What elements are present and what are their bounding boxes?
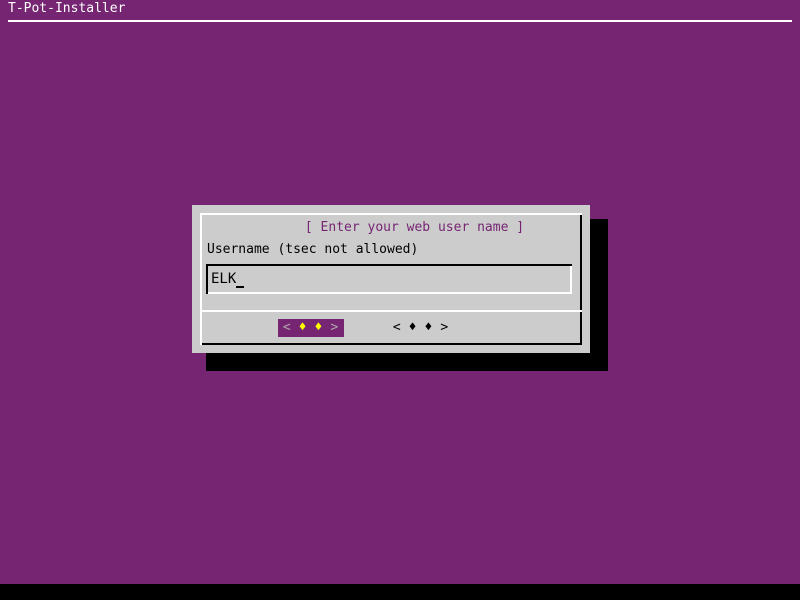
username-input-text: ELK — [211, 270, 245, 288]
ok-glyph-2: ♦ — [314, 320, 324, 335]
username-dialog: [ Enter your web user name ] Username (t… — [192, 205, 590, 353]
dialog-title-text: [ Enter your web user name ] — [302, 220, 527, 235]
username-input-value: ELK — [211, 271, 237, 287]
installer-header: T-Pot-Installer — [0, 0, 800, 22]
input-bevel-right — [570, 266, 572, 294]
terminal-screen: T-Pot-Installer [ Enter your web user na… — [0, 0, 800, 600]
username-input[interactable]: ELK — [206, 264, 572, 294]
screen-bottom-bar — [0, 584, 800, 600]
cancel-right-bracket: > — [440, 320, 450, 335]
ok-right-bracket: > — [330, 320, 340, 335]
cancel-left-bracket: < — [392, 320, 402, 335]
input-bevel-bottom — [208, 292, 572, 294]
dialog-title: [ Enter your web user name ] — [192, 207, 590, 249]
header-divider — [8, 20, 792, 22]
cancel-glyph-1: ♦ — [408, 320, 418, 335]
ok-left-bracket: < — [282, 320, 292, 335]
ok-button[interactable]: < ♦ ♦ > — [278, 319, 344, 337]
button-area-divider — [202, 310, 582, 312]
ok-glyph-1: ♦ — [298, 320, 308, 335]
page-title: T-Pot-Installer — [8, 1, 126, 16]
dialog-frame-bottom-shadow — [202, 343, 582, 345]
text-cursor — [236, 272, 245, 288]
cancel-glyph-2: ♦ — [424, 320, 434, 335]
dialog-button-row: < ♦ ♦ > < ♦ ♦ > — [202, 317, 582, 339]
cancel-button[interactable]: < ♦ ♦ > — [388, 319, 454, 337]
input-bevel-left — [206, 264, 208, 294]
input-bevel-top — [206, 264, 572, 266]
